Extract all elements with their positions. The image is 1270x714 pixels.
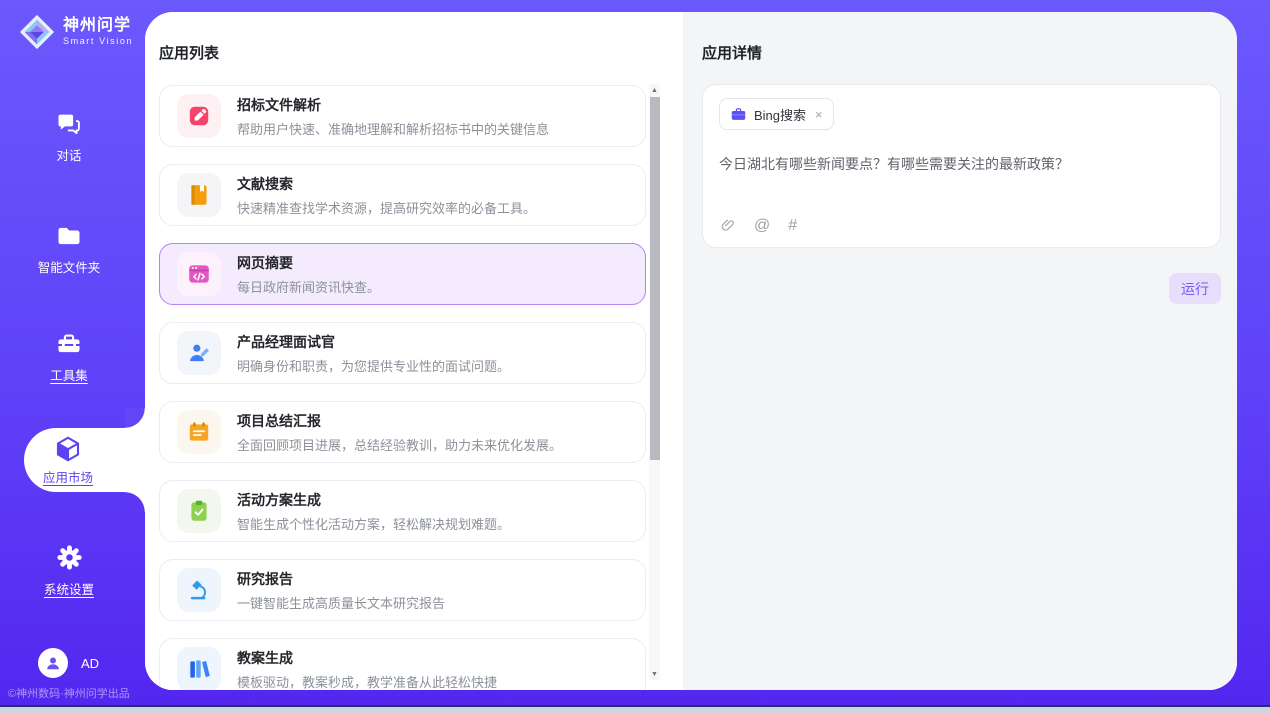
app-card-title: 网页摘要 (237, 253, 380, 273)
scrollbar-up-arrow[interactable]: ▲ (649, 84, 660, 96)
app-card-literature-search[interactable]: 文献搜索 快速精准查找学术资源，提高研究效率的必备工具。 (159, 164, 646, 226)
sidebar-item-label: 工具集 (50, 365, 88, 384)
sidebar-item-chat[interactable]: 对话 (0, 110, 138, 164)
app-card-desc: 全面回顾项目进展，总结经验教训，助力未来优化发展。 (237, 435, 562, 454)
mention-icon[interactable]: @ (754, 218, 770, 234)
paperclip-icon[interactable] (720, 217, 736, 235)
sidebar: 神州问学 Smart Vision 对话 智能文件夹 工具集 (0, 0, 145, 714)
event-plan-icon (177, 489, 221, 533)
app-card-title: 教案生成 (237, 648, 497, 668)
project-summary-icon (177, 410, 221, 454)
app-card-title: 文献搜索 (237, 174, 536, 194)
prompt-toolbar: @ # (720, 217, 797, 235)
web-summary-icon (177, 252, 221, 296)
app-card-desc: 快速精准查找学术资源，提高研究效率的必备工具。 (237, 198, 536, 217)
active-tab-curve-bottom (125, 492, 145, 512)
sidebar-item-label: 对话 (56, 145, 81, 164)
briefcase-icon (730, 106, 747, 123)
copyright-footer: ©神州数码·神州问学出品 (8, 685, 130, 701)
app-card-desc: 模板驱动，教案秒成，教学准备从此轻松快捷 (237, 672, 497, 691)
tool-chip-label: Bing搜索 (754, 105, 806, 124)
active-tab-curve-top (125, 408, 145, 428)
window-bottom-strip (0, 707, 1270, 714)
app-list-panel: 应用列表 招标文件解析 帮助用户快速、准确地理解和解析招标书中的关键信息 (145, 12, 683, 690)
app-card-title: 招标文件解析 (237, 95, 549, 115)
app-card-research-report[interactable]: 研究报告 一键智能生成高质量长文本研究报告 (159, 559, 646, 621)
sidebar-item-smart-folders[interactable]: 智能文件夹 (0, 222, 138, 276)
app-detail-title: 应用详情 (702, 42, 1221, 63)
app-list-title: 应用列表 (159, 42, 683, 63)
person-icon (43, 653, 63, 673)
brand-name: 神州问学 (63, 17, 133, 35)
research-report-icon (177, 568, 221, 612)
app-card-desc: 帮助用户快速、准确地理解和解析招标书中的关键信息 (237, 119, 549, 138)
gear-icon (55, 543, 84, 572)
lesson-plan-icon (177, 647, 221, 690)
app-card-bid-parse[interactable]: 招标文件解析 帮助用户快速、准确地理解和解析招标书中的关键信息 (159, 85, 646, 147)
app-card-desc: 智能生成个性化活动方案，轻松解决规划难题。 (237, 514, 510, 533)
app-card-web-summary[interactable]: 网页摘要 每日政府新闻资讯快查。 (159, 243, 646, 305)
app-card-title: 活动方案生成 (237, 490, 510, 510)
chip-close-icon[interactable]: × (815, 107, 823, 122)
app-card-desc: 明确身份和职责，为您提供专业性的面试问题。 (237, 356, 510, 375)
sidebar-item-label: 系统设置 (44, 579, 94, 598)
run-button[interactable]: 运行 (1169, 273, 1221, 304)
app-card-project-summary[interactable]: 项目总结汇报 全面回顾项目进展，总结经验教训，助力未来优化发展。 (159, 401, 646, 463)
app-list-scrollbar: ▲ ▼ (649, 84, 660, 680)
brand-tagline: Smart Vision (63, 37, 133, 47)
pm-interviewer-icon (177, 331, 221, 375)
user-account[interactable]: AD (38, 648, 99, 678)
sidebar-item-app-market[interactable]: 应用市场 (24, 428, 145, 492)
app-card-lesson-plan[interactable]: 教案生成 模板驱动，教案秒成，教学准备从此轻松快捷 (159, 638, 646, 690)
sidebar-item-toolset[interactable]: 工具集 (0, 330, 138, 384)
scrollbar-thumb[interactable] (650, 97, 660, 460)
app-card-list: 招标文件解析 帮助用户快速、准确地理解和解析招标书中的关键信息 文献搜索 快速精… (159, 85, 646, 690)
scrollbar-down-arrow[interactable]: ▼ (649, 668, 660, 680)
cube-icon (53, 434, 83, 464)
prompt-input-card[interactable]: Bing搜索 × 今日湖北有哪些新闻要点？有哪些需要关注的最新政策？ @ # (702, 84, 1221, 248)
toolbox-icon (55, 330, 83, 358)
chat-icon (55, 110, 83, 138)
app-detail-panel: 应用详情 Bing搜索 × 今日湖北有哪些新闻要点？有哪些需要关注的最新政策？ … (683, 12, 1237, 690)
app-card-title: 研究报告 (237, 569, 445, 589)
user-name: AD (81, 656, 99, 671)
avatar (38, 648, 68, 678)
brand-diamond-icon (18, 13, 56, 51)
folder-icon (55, 222, 83, 250)
app-logo: 神州问学 Smart Vision (18, 13, 133, 51)
app-card-title: 项目总结汇报 (237, 411, 562, 431)
sidebar-item-label: 应用市场 (43, 467, 93, 486)
app-card-event-plan[interactable]: 活动方案生成 智能生成个性化活动方案，轻松解决规划难题。 (159, 480, 646, 542)
hash-icon[interactable]: # (788, 218, 797, 234)
tool-chip-bing-search[interactable]: Bing搜索 × (719, 98, 834, 130)
main-content: 应用列表 招标文件解析 帮助用户快速、准确地理解和解析招标书中的关键信息 (145, 12, 1237, 690)
app-card-desc: 一键智能生成高质量长文本研究报告 (237, 593, 445, 612)
app-card-desc: 每日政府新闻资讯快查。 (237, 277, 380, 296)
prompt-text[interactable]: 今日湖北有哪些新闻要点？有哪些需要关注的最新政策？ (719, 154, 1204, 174)
sidebar-item-settings[interactable]: 系统设置 (0, 543, 138, 598)
sidebar-item-label: 智能文件夹 (38, 257, 101, 276)
app-card-pm-interviewer[interactable]: 产品经理面试官 明确身份和职责，为您提供专业性的面试问题。 (159, 322, 646, 384)
app-card-title: 产品经理面试官 (237, 332, 510, 352)
bid-parse-icon (177, 94, 221, 138)
literature-search-icon (177, 173, 221, 217)
